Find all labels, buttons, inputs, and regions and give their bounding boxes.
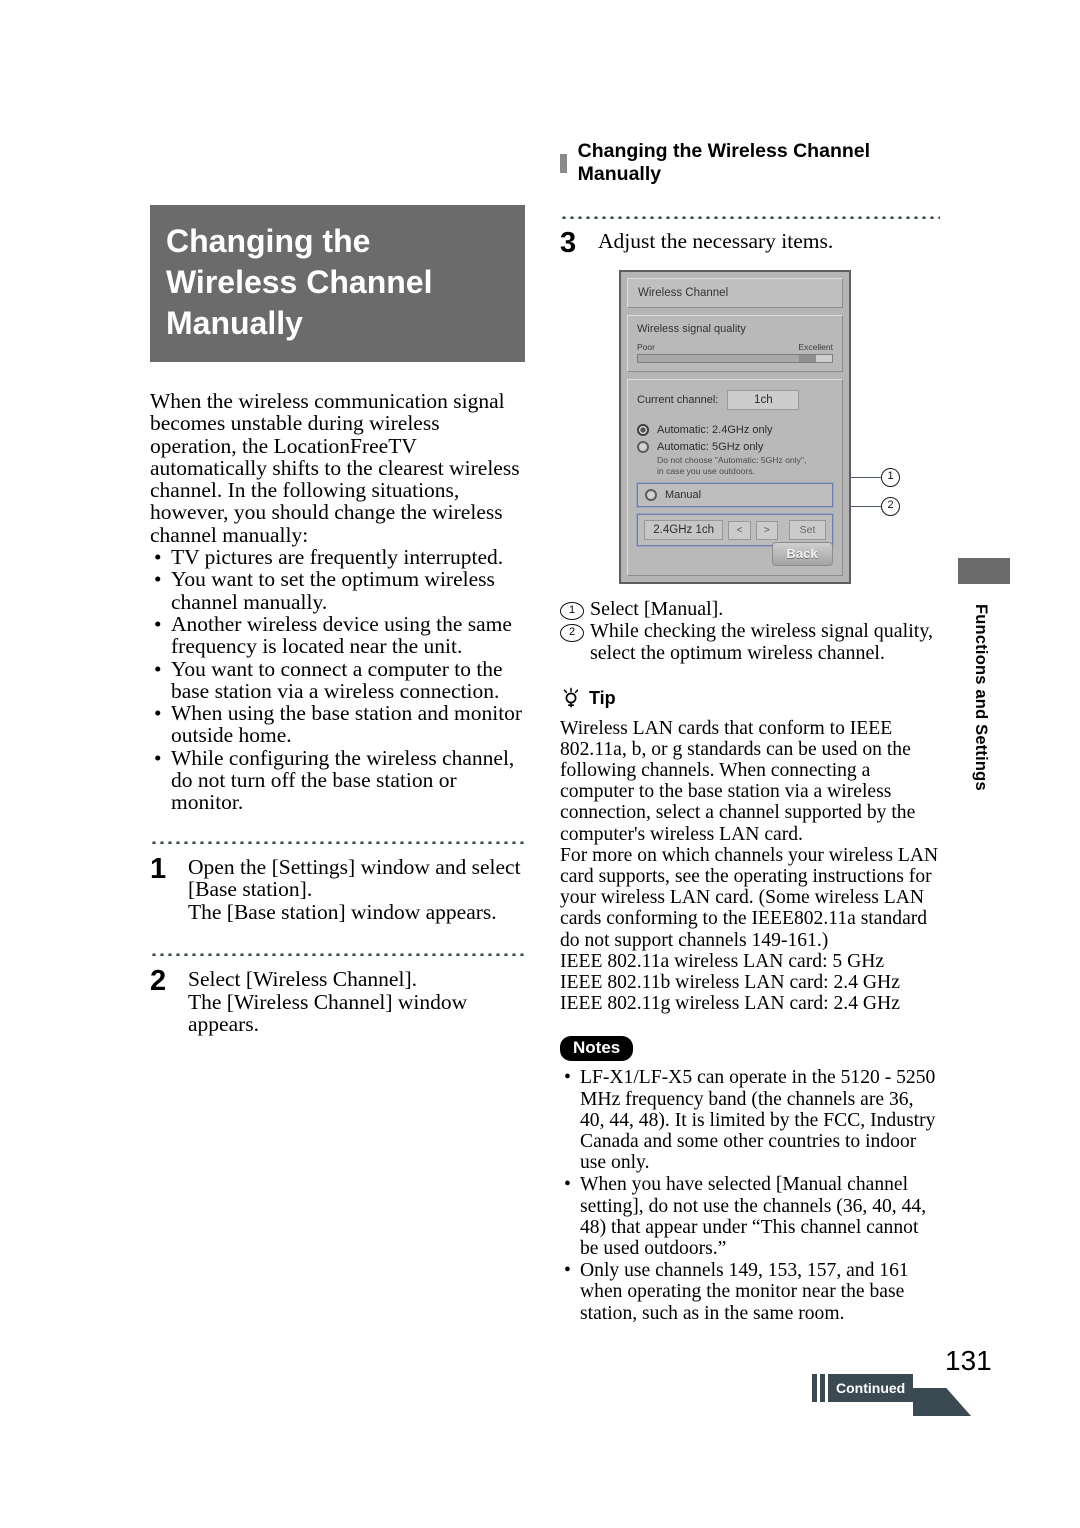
side-tab: Functions and Settings <box>958 558 1010 791</box>
device-screen: Wireless Channel Wireless signal quality… <box>619 270 851 584</box>
radio-label: Automatic: 2.4GHz only <box>657 424 773 436</box>
channel-value-field[interactable]: 2.4GHz 1ch <box>644 520 724 540</box>
callout-explanation-2: 2 While checking the wireless signal qua… <box>560 620 940 664</box>
current-channel-row: Current channel: 1ch <box>637 390 833 410</box>
previous-channel-button[interactable]: < <box>728 520 751 540</box>
caution-line-2: in case you use outdoors. <box>657 466 755 476</box>
situations-bullet-list: TV pictures are frequently interrupted. … <box>150 546 525 814</box>
tip-paragraph: IEEE 802.11g wireless LAN card: 2.4 GHz <box>560 993 900 1015</box>
dotted-separator <box>150 839 525 844</box>
callout-text: While checking the wireless signal quali… <box>590 620 934 665</box>
screen-title: Wireless Channel <box>627 278 843 308</box>
radio-button-icon[interactable] <box>645 489 657 501</box>
callout-leader-line <box>851 477 881 478</box>
side-tab-label: Functions and Settings <box>972 604 990 791</box>
list-item: When using the base station and monitor … <box>150 702 525 747</box>
callout-text: Select [Manual]. <box>590 598 724 620</box>
radio-manual[interactable]: Manual <box>636 482 834 508</box>
scale-high-label: Excellent <box>798 342 834 352</box>
list-item: While configuring the wireless channel, … <box>150 747 525 814</box>
step-instruction: Select [Wireless Channel]. <box>188 967 417 992</box>
signal-quality-label: Wireless signal quality <box>637 323 746 335</box>
signal-scale: Poor Excellent <box>637 342 833 352</box>
list-item: Only use channels 149, 153, 157, and 161… <box>560 1260 940 1324</box>
step-instruction: Adjust the necessary items. <box>598 229 834 253</box>
list-item: LF-X1/LF-X5 can operate in the 5120 - 52… <box>560 1067 940 1173</box>
intro-paragraph: When the wireless communication signal b… <box>150 389 520 547</box>
step-instruction: Open the [Settings] window and select [B… <box>188 854 521 902</box>
continued-banner: Continued <box>812 1374 972 1416</box>
callout-number: 1 <box>881 468 900 487</box>
tip-heading: Tip <box>560 687 940 709</box>
callout-explanation-1: 1 Select [Manual]. <box>560 598 940 620</box>
dotted-separator <box>150 952 525 957</box>
lightbulb-icon <box>560 687 582 709</box>
callout-number: 1 <box>560 602 584 620</box>
continued-label: Continued <box>828 1374 914 1402</box>
tip-paragraph: Wireless LAN cards that conform to IEEE … <box>560 717 916 845</box>
current-channel-value: 1ch <box>727 390 800 410</box>
wireless-channel-screen-figure: Wireless Channel Wireless signal quality… <box>619 270 900 584</box>
callout-number: 2 <box>560 624 584 643</box>
step-result: The [Base station] window appears. <box>188 899 497 924</box>
radio-automatic-5ghz[interactable]: Automatic: 5GHz only <box>637 441 833 453</box>
running-head: Changing the Wireless Channel Manually <box>560 140 940 186</box>
radio-label: Manual <box>665 489 702 501</box>
notes-badge: Notes <box>560 1036 634 1062</box>
next-channel-button[interactable]: > <box>755 520 778 540</box>
signal-strength-bar <box>637 354 833 363</box>
list-item: You want to set the optimum wireless cha… <box>150 568 525 613</box>
list-item: TV pictures are frequently interrupted. <box>150 546 525 569</box>
continued-bars-icon <box>812 1374 825 1402</box>
running-head-label: Changing the Wireless Channel Manually <box>577 140 871 185</box>
tip-paragraph: IEEE 802.11a wireless LAN card: 5 GHz <box>560 950 885 972</box>
caution-line-1: Do not choose "Automatic: 5GHz only", <box>657 455 807 465</box>
page-number: 131 <box>945 1345 992 1376</box>
signal-strength-tip <box>799 355 817 362</box>
tip-label: Tip <box>589 687 616 708</box>
radio-button-selected-icon[interactable] <box>637 424 649 436</box>
step-3: 3 Adjust the necessary items. <box>560 227 940 259</box>
step-1: 1 Open the [Settings] window and select … <box>150 852 525 924</box>
step-2: 2 Select [Wireless Channel]. The [Wirele… <box>150 965 525 1036</box>
right-column: Changing the Wireless Channel Manually 3… <box>560 140 940 1325</box>
radio-button-icon[interactable] <box>637 441 649 453</box>
side-tab-block <box>958 558 1010 584</box>
step-number: 2 <box>150 965 167 998</box>
list-item: When you have selected [Manual channel s… <box>560 1174 940 1259</box>
set-button[interactable]: Set <box>789 520 826 540</box>
step-number: 3 <box>560 227 577 259</box>
dotted-separator <box>560 215 940 219</box>
notes-list: LF-X1/LF-X5 can operate in the 5120 - 52… <box>560 1067 940 1323</box>
step-body: Open the [Settings] window and select [B… <box>188 854 525 924</box>
tip-paragraph: IEEE 802.11b wireless LAN card: 2.4 GHz <box>560 972 900 994</box>
callout-number: 2 <box>881 497 900 516</box>
back-button[interactable]: Back <box>771 542 833 566</box>
step-body: Select [Wireless Channel]. The [Wireless… <box>188 968 525 1036</box>
radio-label: Automatic: 5GHz only <box>657 441 764 453</box>
list-item: Another wireless device using the same f… <box>150 613 525 658</box>
current-channel-label: Current channel: <box>637 394 719 406</box>
callout-leader-line <box>851 506 881 507</box>
radio-5ghz-caution: Do not choose "Automatic: 5GHz only", in… <box>657 455 833 477</box>
callout-marker-2: 2 <box>851 497 900 516</box>
signal-strength-fill <box>638 355 817 362</box>
screen-body: Current channel: 1ch Automatic: 2.4GHz o… <box>627 379 843 576</box>
tip-body: Wireless LAN cards that conform to IEEE … <box>560 718 940 1015</box>
tip-paragraph: For more on which channels your wireless… <box>560 844 939 951</box>
signal-quality-panel: Wireless signal quality Poor Excellent <box>627 315 843 372</box>
callout-explanations: 1 Select [Manual]. 2 While checking the … <box>560 598 940 665</box>
page-title: Changing the Wireless Channel Manually <box>150 205 525 362</box>
scale-low-label: Poor <box>637 342 655 352</box>
section-mark-icon <box>560 153 567 173</box>
left-column: Changing the Wireless Channel Manually W… <box>150 205 525 1036</box>
step-result: The [Wireless Channel] window appears. <box>188 989 468 1037</box>
radio-automatic-24ghz[interactable]: Automatic: 2.4GHz only <box>637 424 833 436</box>
callout-marker-1: 1 <box>851 468 900 487</box>
step-number: 1 <box>150 852 167 885</box>
list-item: You want to connect a computer to the ba… <box>150 658 525 703</box>
